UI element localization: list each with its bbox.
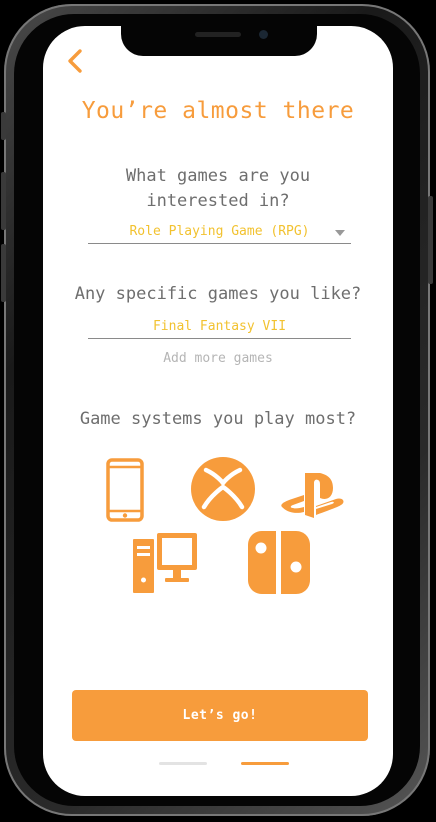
page-indicator-2 <box>241 762 289 765</box>
games-question: What games are you interested in? <box>125 166 311 211</box>
dropdown-arrow-icon <box>335 230 345 236</box>
notch <box>121 26 317 56</box>
volume-up-button <box>1 172 6 230</box>
mute-switch <box>1 112 6 140</box>
back-button[interactable] <box>63 48 89 74</box>
page-indicator-1 <box>159 762 207 765</box>
genre-select-value: Role Playing Game (RPG) <box>129 224 310 239</box>
app-screen: You’re almost there What games are you i… <box>43 26 393 796</box>
pc-icon[interactable] <box>133 531 197 593</box>
mobile-icon[interactable] <box>105 457 145 523</box>
front-camera <box>259 30 268 39</box>
game-systems-question: Game systems you play most? <box>79 409 357 429</box>
specific-game-input[interactable]: Final Fantasy VII <box>88 318 351 339</box>
lets-go-button[interactable]: Let’s go! <box>72 690 368 741</box>
power-button <box>428 196 433 284</box>
switch-icon[interactable] <box>248 531 310 594</box>
playstation-icon[interactable] <box>280 471 346 519</box>
page-title: You’re almost there <box>81 98 355 124</box>
xbox-icon[interactable] <box>191 457 255 521</box>
add-more-games-link[interactable]: Add more games <box>43 351 393 366</box>
volume-down-button <box>1 244 6 302</box>
speaker-grille <box>195 32 241 37</box>
genre-select[interactable]: Role Playing Game (RPG) <box>88 223 351 244</box>
specific-game-value: Final Fantasy VII <box>152 319 287 334</box>
specific-games-question: Any specific games you like? <box>74 284 362 304</box>
chevron-left-icon <box>68 49 82 73</box>
